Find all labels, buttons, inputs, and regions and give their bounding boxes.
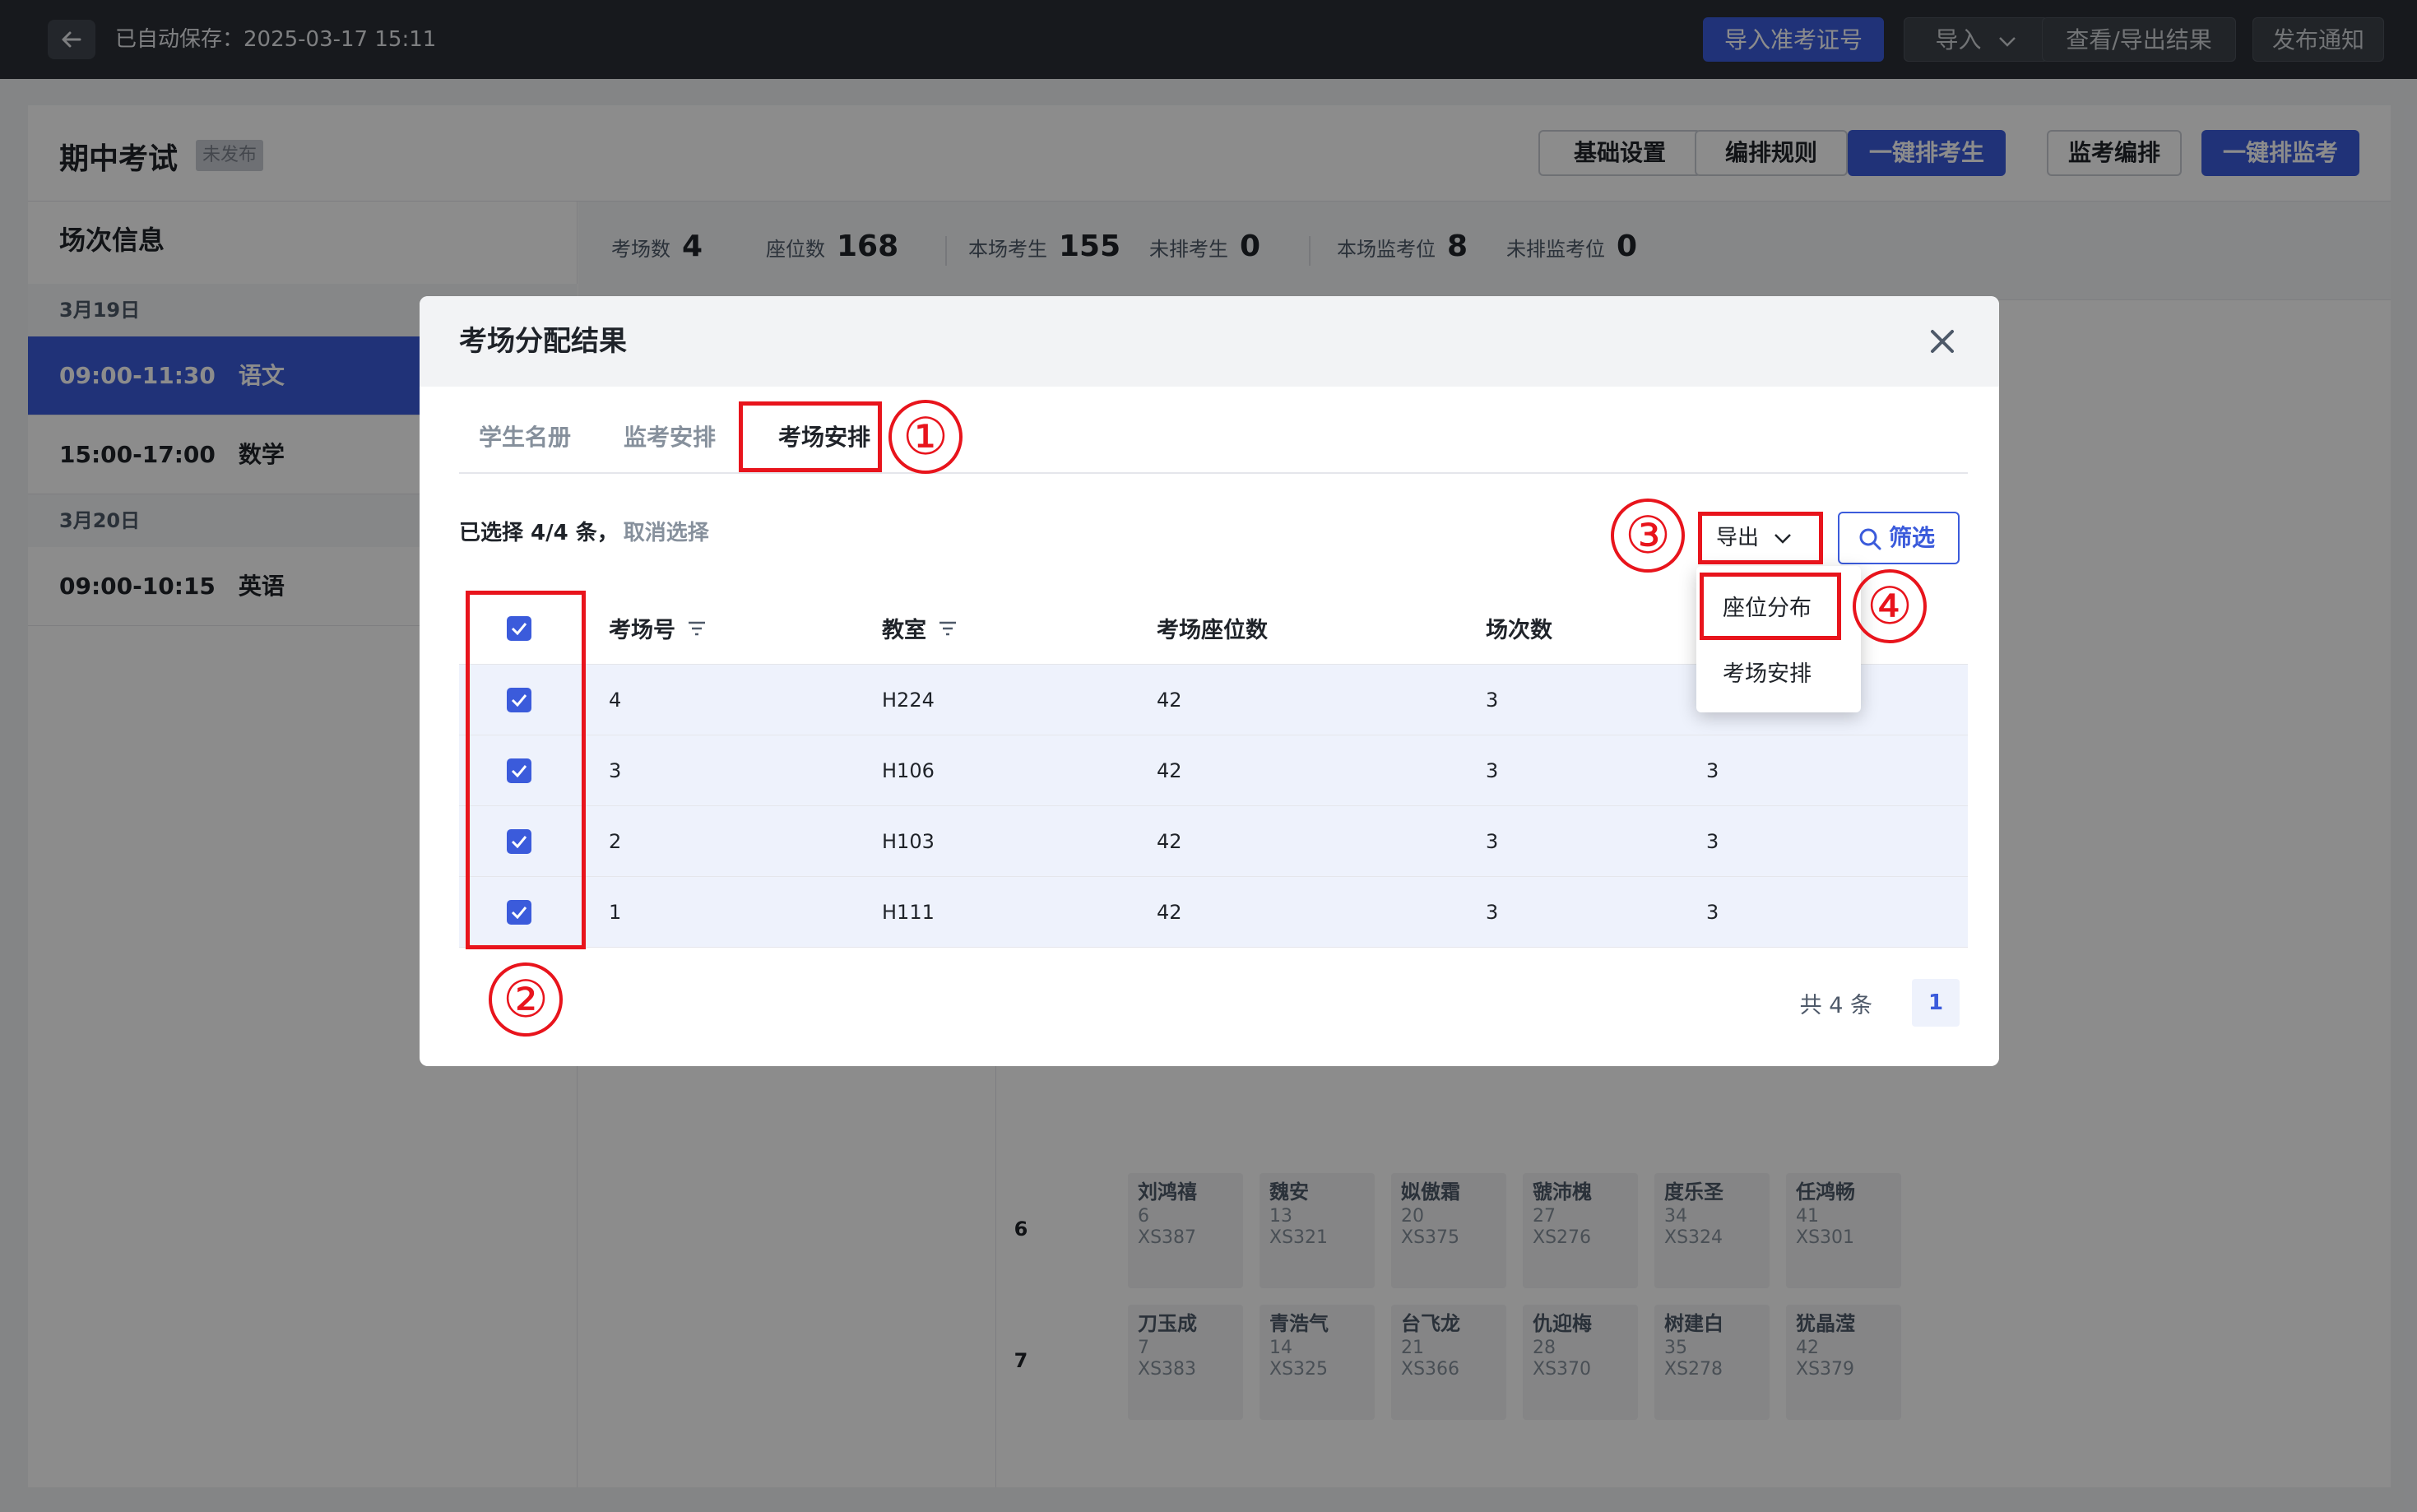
cell-classroom: H103 xyxy=(882,829,935,853)
filter-lines-icon[interactable] xyxy=(938,620,958,637)
cell-extra: 3 xyxy=(1706,900,1719,924)
cell-extra: 3 xyxy=(1706,829,1719,853)
cell-room: 3 xyxy=(609,758,622,782)
column-header-seats: 考场座位数 xyxy=(1157,618,1268,643)
annotation-number: ② xyxy=(489,962,563,1037)
cell-sessions: 3 xyxy=(1486,758,1499,782)
annotation-number: ④ xyxy=(1853,569,1927,643)
table-row[interactable]: 3 H106 42 3 3 xyxy=(459,735,1968,806)
pagination: 共 4 条 1 xyxy=(1800,979,1960,1027)
filter-button[interactable]: 筛选 xyxy=(1838,512,1960,564)
page-button[interactable]: 1 xyxy=(1912,979,1960,1027)
annotation-box-tab xyxy=(739,401,882,472)
filter-label: 筛选 xyxy=(1889,524,1936,551)
close-button[interactable] xyxy=(1922,321,1963,362)
annotation-number: ① xyxy=(888,400,963,474)
modal-tabs: 学生名册 监考安排 考场安排 xyxy=(459,401,1968,474)
cell-extra: 3 xyxy=(1706,758,1719,782)
cell-sessions: 3 xyxy=(1486,900,1499,924)
modal-title: 考场分配结果 xyxy=(459,325,627,358)
annotation-box-export xyxy=(1698,512,1823,564)
column-label: 教室 xyxy=(882,618,926,643)
filter-lines-icon[interactable] xyxy=(687,620,707,637)
column-header-sessions: 场次数 xyxy=(1486,618,1552,643)
pagination-total: 共 4 条 xyxy=(1799,992,1872,1018)
cell-room: 2 xyxy=(609,829,622,853)
cell-seats: 42 xyxy=(1157,758,1182,782)
column-header-room[interactable]: 考场号 xyxy=(609,592,707,664)
column-header-classroom[interactable]: 教室 xyxy=(882,592,958,664)
selection-info: 已选择 4/4 条， 取消选择 xyxy=(459,517,709,550)
annotation-number: ③ xyxy=(1611,499,1685,573)
cancel-selection-link[interactable]: 取消选择 xyxy=(624,521,709,545)
table-row[interactable]: 2 H103 42 3 3 xyxy=(459,806,1968,877)
annotation-box-seat-distribution xyxy=(1700,573,1841,640)
cell-classroom: H111 xyxy=(882,900,935,924)
annotation-box-checkboxes xyxy=(466,591,586,949)
cell-seats: 42 xyxy=(1157,900,1182,924)
modal-header: 考场分配结果 xyxy=(420,296,1999,387)
cell-classroom: H224 xyxy=(882,688,935,712)
cell-room: 1 xyxy=(609,900,622,924)
close-icon xyxy=(1931,330,1954,353)
column-label: 考场号 xyxy=(609,618,675,643)
cell-sessions: 3 xyxy=(1486,688,1499,712)
cell-room: 4 xyxy=(609,688,622,712)
tab-invigilation[interactable]: 监考安排 xyxy=(612,401,727,474)
search-icon xyxy=(1859,528,1881,550)
cell-classroom: H106 xyxy=(882,758,935,782)
cell-sessions: 3 xyxy=(1486,829,1499,853)
table-row[interactable]: 1 H111 42 3 3 xyxy=(459,877,1968,948)
tab-student-roster[interactable]: 学生名册 xyxy=(467,401,582,474)
selection-count: 已选择 4/4 条， xyxy=(459,521,619,545)
menu-item-room-arrangement[interactable]: 考场安排 xyxy=(1723,658,1812,691)
cell-seats: 42 xyxy=(1157,688,1182,712)
cell-seats: 42 xyxy=(1157,829,1182,853)
